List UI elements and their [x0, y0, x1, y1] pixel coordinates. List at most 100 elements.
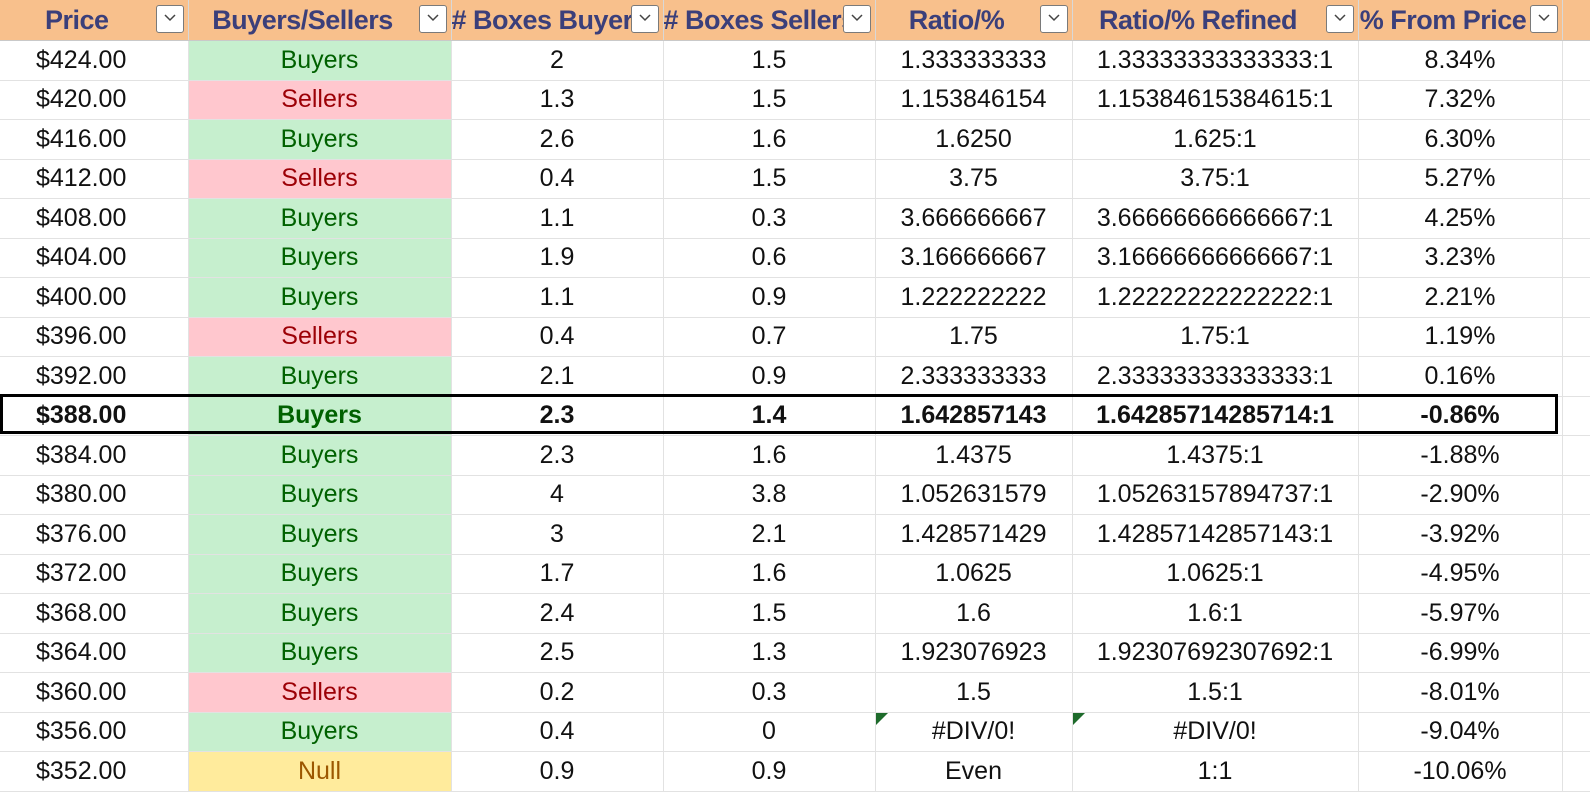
buyers-sellers-cell[interactable]: Buyers: [188, 712, 452, 752]
dropdown-filter-icon[interactable]: [1325, 5, 1354, 33]
buyers-sellers-cell[interactable]: Buyers: [188, 238, 452, 278]
price-cell[interactable]: $356.00: [0, 712, 189, 752]
ratio-refined-cell[interactable]: 1.0625:1: [1072, 554, 1359, 594]
price-cell[interactable]: $404.00: [0, 238, 189, 278]
buyers-sellers-cell[interactable]: Sellers: [188, 317, 452, 357]
price-cell[interactable]: $392.00: [0, 356, 189, 397]
boxes-sellers-cell[interactable]: 0.7: [663, 317, 876, 357]
ratio-cell[interactable]: 1.75: [875, 317, 1073, 357]
ratio-refined-cell[interactable]: 1.33333333333333:1: [1072, 40, 1359, 81]
price-cell[interactable]: $352.00: [0, 751, 189, 792]
dropdown-filter-icon[interactable]: [1529, 5, 1558, 33]
column-header-boxes-buyers[interactable]: # Boxes Buyers: [451, 0, 664, 41]
ratio-cell[interactable]: 1.333333333: [875, 40, 1073, 81]
ratio-refined-cell[interactable]: 1.15384615384615:1: [1072, 80, 1359, 120]
boxes-sellers-cell[interactable]: 1.6: [663, 435, 876, 476]
price-cell[interactable]: $376.00: [0, 514, 189, 555]
ratio-cell[interactable]: 1.153846154: [875, 80, 1073, 120]
ratio-cell[interactable]: 1.4375: [875, 435, 1073, 476]
column-header-price[interactable]: Price: [0, 0, 189, 41]
boxes-buyers-cell[interactable]: 2: [451, 40, 664, 81]
buyers-sellers-cell[interactable]: Buyers: [188, 475, 452, 515]
ratio-cell[interactable]: 2.333333333: [875, 356, 1073, 397]
boxes-buyers-cell[interactable]: 1.7: [451, 554, 664, 594]
ratio-refined-cell[interactable]: 1.22222222222222:1: [1072, 277, 1359, 318]
buyers-sellers-cell[interactable]: Buyers: [188, 119, 452, 160]
price-cell[interactable]: $412.00: [0, 159, 189, 199]
boxes-sellers-cell[interactable]: 1.6: [663, 119, 876, 160]
boxes-sellers-cell[interactable]: 0.9: [663, 277, 876, 318]
boxes-sellers-cell[interactable]: 0: [663, 712, 876, 752]
ratio-cell[interactable]: 1.5: [875, 672, 1073, 713]
ratio-cell[interactable]: 1.642857143: [875, 396, 1073, 436]
ratio-cell[interactable]: 1.923076923: [875, 633, 1073, 673]
column-header-buyers-sellers[interactable]: Buyers/Sellers: [188, 0, 452, 41]
from-price-cell[interactable]: 2.21%: [1358, 277, 1563, 318]
from-price-cell[interactable]: -1.88%: [1358, 435, 1563, 476]
ratio-refined-cell[interactable]: 1.5:1: [1072, 672, 1359, 713]
from-price-cell[interactable]: -2.90%: [1358, 475, 1563, 515]
ratio-refined-cell[interactable]: #DIV/0!: [1072, 712, 1359, 752]
from-price-cell[interactable]: 6.30%: [1358, 119, 1563, 160]
from-price-cell[interactable]: -8.01%: [1358, 672, 1563, 713]
ratio-refined-cell[interactable]: 1.64285714285714:1: [1072, 396, 1359, 436]
boxes-sellers-cell[interactable]: 3.8: [663, 475, 876, 515]
from-price-cell[interactable]: -3.92%: [1358, 514, 1563, 555]
price-cell[interactable]: $408.00: [0, 198, 189, 239]
ratio-refined-cell[interactable]: 1.42857142857143:1: [1072, 514, 1359, 555]
ratio-cell[interactable]: 3.666666667: [875, 198, 1073, 239]
boxes-buyers-cell[interactable]: 2.1: [451, 356, 664, 397]
buyers-sellers-cell[interactable]: Sellers: [188, 80, 452, 120]
ratio-refined-cell[interactable]: 1.6:1: [1072, 593, 1359, 634]
dropdown-filter-icon[interactable]: [1039, 5, 1068, 33]
boxes-buyers-cell[interactable]: 2.6: [451, 119, 664, 160]
boxes-sellers-cell[interactable]: 1.5: [663, 159, 876, 199]
boxes-buyers-cell[interactable]: 2.5: [451, 633, 664, 673]
buyers-sellers-cell[interactable]: Buyers: [188, 593, 452, 634]
buyers-sellers-cell[interactable]: Buyers: [188, 396, 452, 436]
boxes-sellers-cell[interactable]: 0.3: [663, 672, 876, 713]
ratio-refined-cell[interactable]: 1.75:1: [1072, 317, 1359, 357]
column-header-from-price[interactable]: % From Price: [1358, 0, 1563, 41]
dropdown-filter-icon[interactable]: [155, 5, 184, 33]
boxes-buyers-cell[interactable]: 2.3: [451, 435, 664, 476]
boxes-sellers-cell[interactable]: 1.5: [663, 593, 876, 634]
dropdown-filter-icon[interactable]: [630, 5, 659, 33]
price-cell[interactable]: $424.00: [0, 40, 189, 81]
from-price-cell[interactable]: -9.04%: [1358, 712, 1563, 752]
from-price-cell[interactable]: -0.86%: [1358, 396, 1563, 436]
boxes-buyers-cell[interactable]: 4: [451, 475, 664, 515]
from-price-cell[interactable]: 3.23%: [1358, 238, 1563, 278]
boxes-buyers-cell[interactable]: 3: [451, 514, 664, 555]
boxes-sellers-cell[interactable]: 1.5: [663, 40, 876, 81]
from-price-cell[interactable]: 5.27%: [1358, 159, 1563, 199]
boxes-sellers-cell[interactable]: 0.9: [663, 751, 876, 792]
boxes-buyers-cell[interactable]: 0.4: [451, 317, 664, 357]
ratio-refined-cell[interactable]: 3.16666666666667:1: [1072, 238, 1359, 278]
boxes-buyers-cell[interactable]: 0.2: [451, 672, 664, 713]
buyers-sellers-cell[interactable]: Buyers: [188, 198, 452, 239]
boxes-sellers-cell[interactable]: 2.1: [663, 514, 876, 555]
ratio-refined-cell[interactable]: 3.66666666666667:1: [1072, 198, 1359, 239]
ratio-cell[interactable]: 1.222222222: [875, 277, 1073, 318]
price-cell[interactable]: $364.00: [0, 633, 189, 673]
dropdown-filter-icon[interactable]: [418, 5, 447, 33]
from-price-cell[interactable]: 4.25%: [1358, 198, 1563, 239]
boxes-buyers-cell[interactable]: 2.4: [451, 593, 664, 634]
buyers-sellers-cell[interactable]: Buyers: [188, 277, 452, 318]
buyers-sellers-cell[interactable]: Null: [188, 751, 452, 792]
buyers-sellers-cell[interactable]: Sellers: [188, 159, 452, 199]
price-cell[interactable]: $360.00: [0, 672, 189, 713]
price-cell[interactable]: $372.00: [0, 554, 189, 594]
from-price-cell[interactable]: 0.16%: [1358, 356, 1563, 397]
boxes-sellers-cell[interactable]: 0.9: [663, 356, 876, 397]
buyers-sellers-cell[interactable]: Buyers: [188, 356, 452, 397]
ratio-cell[interactable]: Even: [875, 751, 1073, 792]
buyers-sellers-cell[interactable]: Buyers: [188, 435, 452, 476]
ratio-cell[interactable]: 1.6250: [875, 119, 1073, 160]
boxes-sellers-cell[interactable]: 1.6: [663, 554, 876, 594]
buyers-sellers-cell[interactable]: Buyers: [188, 514, 452, 555]
ratio-refined-cell[interactable]: 1.625:1: [1072, 119, 1359, 160]
column-header-ratio[interactable]: Ratio/%: [875, 0, 1073, 41]
ratio-refined-cell[interactable]: 1:1: [1072, 751, 1359, 792]
